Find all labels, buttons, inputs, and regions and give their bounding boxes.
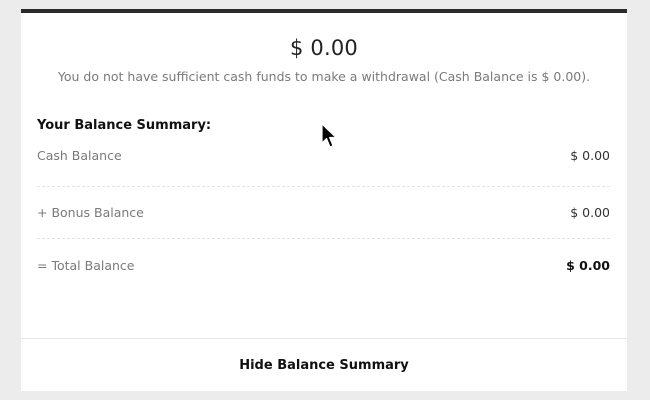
total-balance-label: = Total Balance bbox=[37, 257, 135, 273]
withdrawal-notice: You do not have sufficient cash funds to… bbox=[57, 69, 591, 84]
cash-balance-label: Cash Balance bbox=[37, 148, 122, 163]
bonus-balance-value: $ 0.00 bbox=[570, 205, 610, 220]
balance-summary-list: Cash Balance $ 0.00 + Bonus Balance $ 0.… bbox=[37, 142, 610, 291]
balance-amount: $ 0.00 bbox=[290, 36, 358, 60]
balance-card: $ 0.00 You do not have sufficient cash f… bbox=[21, 9, 627, 391]
bonus-balance-label: + Bonus Balance bbox=[37, 205, 144, 220]
hide-balance-summary-button[interactable]: Hide Balance Summary bbox=[21, 338, 627, 391]
balance-summary-title: Your Balance Summary: bbox=[37, 118, 212, 133]
cash-balance-value: $ 0.00 bbox=[570, 148, 610, 163]
total-balance-row: = Total Balance $ 0.00 bbox=[37, 239, 610, 291]
mouse-pointer-icon bbox=[321, 123, 337, 148]
bonus-balance-row: + Bonus Balance $ 0.00 bbox=[37, 187, 610, 239]
total-balance-value: $ 0.00 bbox=[566, 257, 610, 273]
